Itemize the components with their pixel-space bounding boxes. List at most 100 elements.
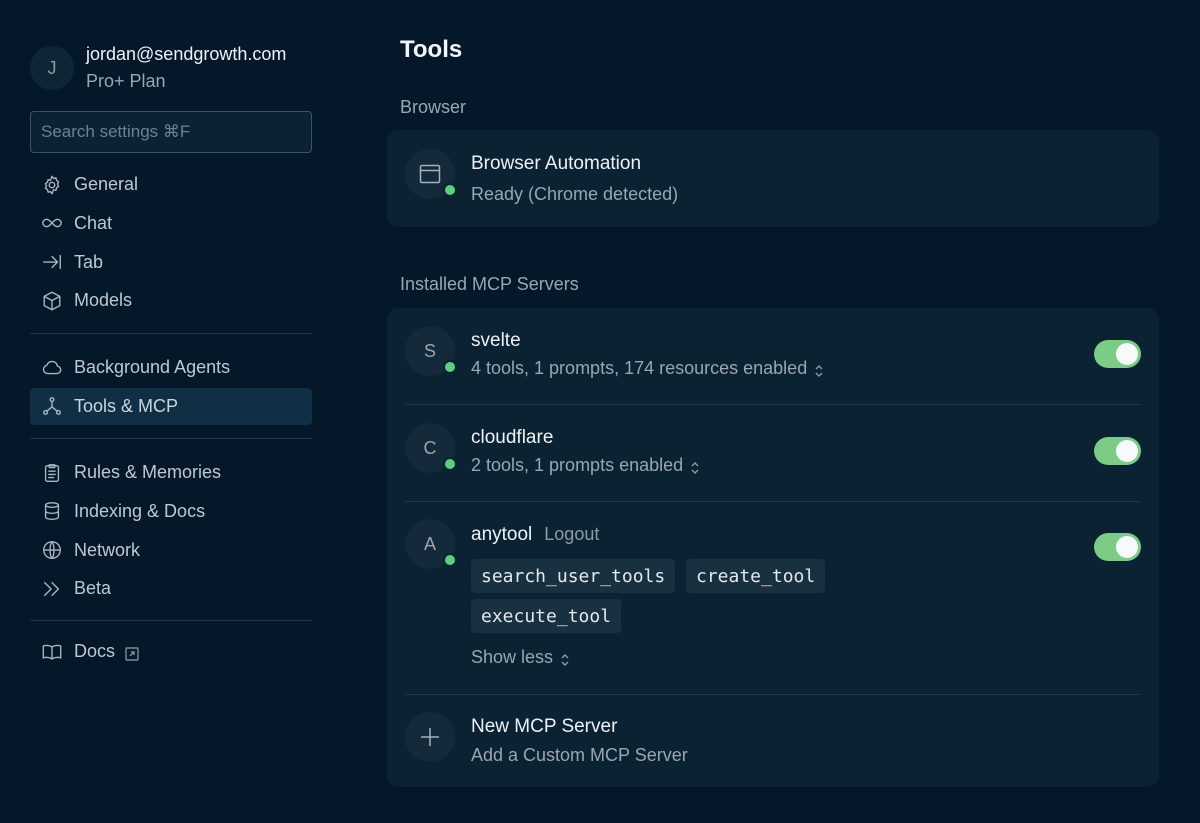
gear-icon — [40, 173, 64, 197]
browser-automation-title: Browser Automation — [471, 153, 642, 174]
sidebar-item-label: Indexing & Docs — [74, 500, 206, 521]
status-dot — [443, 360, 457, 374]
sidebar-item-label: Models — [74, 290, 133, 311]
section-label-mcp: Installed MCP Servers — [400, 274, 579, 294]
server-avatar: C — [405, 423, 457, 473]
tab-arrow-icon — [40, 250, 64, 274]
nav-group-context: Rules & Memories Indexing & Docs Network… — [30, 454, 312, 609]
sidebar-item-beta[interactable]: Beta — [30, 570, 312, 607]
new-mcp-server-title: New MCP Server — [471, 716, 618, 737]
tool-chip[interactable]: create_tool — [686, 559, 826, 593]
nav-group-docs: Docs — [30, 633, 312, 672]
user-plan: Pro+ Plan — [86, 71, 166, 91]
status-dot — [443, 553, 457, 567]
server-name: svelte — [471, 330, 521, 351]
sidebar-item-label: Background Agents — [74, 357, 231, 377]
row-divider — [405, 694, 1141, 695]
database-icon — [40, 499, 64, 523]
row-divider — [405, 404, 1141, 405]
server-row-svelte: S svelte 4 tools, 1 prompts, 174 resourc… — [405, 326, 1141, 382]
sidebar-item-network[interactable]: Network — [30, 532, 312, 569]
nav-group-main: General Chat Tab Models — [30, 166, 312, 321]
sidebar-item-label: Docs — [74, 641, 116, 661]
browser-window-icon — [418, 162, 442, 186]
tools-network-icon — [40, 394, 64, 418]
sidebar-item-rules-memories[interactable]: Rules & Memories — [30, 454, 312, 491]
browser-automation-status: Ready (Chrome detected) — [471, 184, 679, 204]
logout-link[interactable]: Logout — [544, 524, 599, 545]
toggle-knob — [1116, 536, 1138, 558]
sidebar-item-label: Network — [74, 539, 141, 560]
server-row-cloudflare: C cloudflare 2 tools, 1 prompts enabled — [405, 423, 1141, 479]
cube-icon — [40, 289, 64, 313]
sidebar-item-background-agents[interactable]: Background Agents — [30, 349, 312, 386]
double-chevron-icon — [40, 577, 64, 601]
chevron-up-down-icon — [689, 459, 701, 474]
cloud-icon — [40, 356, 64, 380]
status-dot — [443, 183, 457, 197]
sidebar-item-label: Tab — [74, 251, 104, 272]
infinity-icon — [40, 211, 64, 235]
server-summary[interactable]: 4 tools, 1 prompts, 174 resources enable… — [471, 358, 825, 379]
chevron-up-down-icon — [559, 651, 571, 666]
server-toggle-svelte[interactable] — [1094, 340, 1141, 368]
server-summary-text: 2 tools, 1 prompts enabled — [471, 455, 684, 475]
settings-window: J jordan@sendgrowth.com Pro+ Plan Genera… — [0, 0, 1200, 823]
server-name: cloudflare — [471, 427, 554, 448]
sidebar-divider — [30, 620, 312, 621]
search-settings-input[interactable] — [30, 111, 312, 153]
server-avatar: A — [405, 519, 457, 569]
sidebar-item-label: Chat — [74, 212, 113, 233]
clipboard-icon — [40, 461, 64, 485]
show-less-label: Show less — [471, 647, 554, 667]
sidebar-item-tools-mcp[interactable]: Tools & MCP — [30, 387, 312, 425]
server-avatar: S — [405, 326, 457, 376]
browser-automation-row: Browser Automation Ready (Chrome detecte… — [405, 149, 1141, 204]
server-avatar-letter: S — [423, 340, 436, 361]
sidebar-item-general[interactable]: General — [30, 166, 312, 203]
user-profile: J jordan@sendgrowth.com Pro+ Plan — [30, 42, 286, 94]
tool-chip[interactable]: search_user_tools — [471, 559, 676, 593]
book-icon — [40, 640, 64, 664]
server-name-row: anytool Logout — [471, 524, 599, 546]
sidebar-item-label: Rules & Memories — [74, 462, 222, 482]
sidebar-item-indexing-docs[interactable]: Indexing & Docs — [30, 493, 312, 530]
sidebar-divider — [30, 438, 312, 439]
server-summary[interactable]: 2 tools, 1 prompts enabled — [471, 455, 701, 476]
mcp-servers-card: S svelte 4 tools, 1 prompts, 174 resourc… — [387, 308, 1159, 787]
toggle-knob — [1116, 343, 1138, 365]
sidebar-item-docs[interactable]: Docs — [30, 633, 312, 670]
status-dot — [443, 457, 457, 471]
user-email: jordan@sendgrowth.com — [86, 44, 287, 64]
show-less-toggle[interactable]: Show less — [471, 647, 571, 668]
toggle-knob — [1116, 440, 1138, 462]
avatar: J — [30, 46, 74, 90]
server-avatar-letter: C — [423, 437, 437, 458]
server-avatar — [405, 712, 455, 762]
server-toggle-cloudflare[interactable] — [1094, 437, 1141, 465]
server-toggle-anytool[interactable] — [1094, 533, 1141, 561]
globe-icon — [40, 538, 64, 562]
section-label-browser: Browser — [400, 97, 467, 117]
server-summary-text: 4 tools, 1 prompts, 174 resources enable… — [471, 358, 808, 378]
sidebar-divider — [30, 333, 312, 334]
browser-card: Browser Automation Ready (Chrome detecte… — [387, 130, 1159, 227]
sidebar-item-chat[interactable]: Chat — [30, 205, 312, 242]
sidebar-item-label: Beta — [74, 578, 112, 599]
chevron-up-down-icon — [813, 362, 825, 377]
sidebar-item-label: General — [74, 174, 139, 194]
sidebar-item-models[interactable]: Models — [30, 282, 312, 319]
sidebar-item-tab[interactable]: Tab — [30, 244, 312, 281]
new-mcp-server-button[interactable]: New MCP Server Add a Custom MCP Server — [405, 712, 1141, 768]
external-link-icon — [125, 645, 139, 661]
server-avatar-letter: A — [423, 533, 436, 554]
plus-icon — [418, 725, 442, 749]
page-title: Tools — [400, 36, 463, 63]
sidebar: J jordan@sendgrowth.com Pro+ Plan Genera… — [0, 0, 340, 823]
new-mcp-server-subtitle: Add a Custom MCP Server — [471, 745, 688, 765]
server-row-anytool: A anytool Logout search_user_tools creat… — [405, 519, 1141, 679]
nav-group-agents: Background Agents Tools & MCP — [30, 349, 312, 427]
tool-chip[interactable]: execute_tool — [471, 599, 622, 633]
server-name: anytool — [471, 524, 533, 545]
sidebar-item-label: Tools & MCP — [74, 395, 179, 416]
